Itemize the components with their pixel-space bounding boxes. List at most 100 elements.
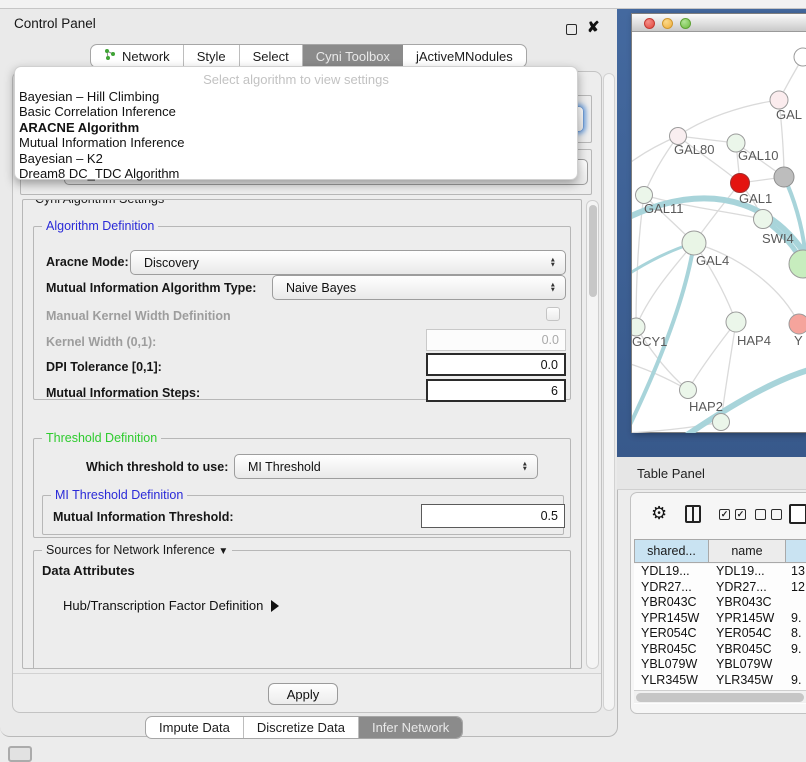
node-gal4[interactable] [682,231,706,255]
aracne-mode-combo[interactable]: Discovery ▲▼ [130,250,566,275]
tab-jactivemnodules[interactable]: jActiveMNodules [403,45,526,67]
which-threshold-combo[interactable]: MI Threshold ▲▼ [234,454,538,479]
table-cell[interactable]: 9. [786,611,806,627]
dropdown-item[interactable]: Bayesian – K2 [15,151,577,166]
table-cell[interactable]: YDL19... [634,564,709,580]
table-cell[interactable]: YBR043C [634,595,709,611]
table-cell[interactable]: YER054C [634,626,709,642]
close-icon[interactable]: ✘ [587,18,600,36]
tab-style[interactable]: Style [184,45,240,67]
node[interactable] [789,250,806,278]
column-view-icon[interactable] [685,505,701,523]
node[interactable] [794,48,806,66]
dropdown-item[interactable]: Mutual Information Inference [15,135,577,150]
chevron-down-icon[interactable]: ▼ [218,546,228,557]
float-window-icon[interactable] [566,24,577,35]
table-cell[interactable]: YDR27... [634,580,709,596]
table-cell[interactable]: 9. [786,673,806,689]
settings-scrollbar[interactable] [586,200,599,669]
minimize-traffic-icon[interactable] [662,18,673,29]
table-cell[interactable] [786,657,806,673]
table-cell[interactable]: 13 [786,564,806,580]
unchecked-checkbox-icon[interactable] [755,509,766,520]
minimized-panel-icon[interactable] [8,746,32,762]
column-header[interactable] [786,539,806,563]
stepper-icon: ▲▼ [550,282,556,293]
node[interactable] [774,167,794,187]
mi-threshold-label: Mutual Information Threshold: [53,510,234,524]
sources-group: Sources for Network Inference ▼ Data Att… [33,550,571,669]
table-toolbar: ⚙ ✓ ✓ [631,501,806,531]
zoom-traffic-icon[interactable] [680,18,691,29]
table-cell[interactable]: YDR27... [709,580,786,596]
scrollbar-thumb[interactable] [589,205,597,297]
control-panel-tabs: Network Style Select Cyni Toolbox jActiv… [90,44,527,68]
network-canvas[interactable]: GAL GAL80 GAL10 GAL1 GAL11 SWI4 GAL4 GCY… [632,33,806,433]
gear-icon[interactable]: ⚙ [651,503,667,524]
panel-scrollbar[interactable] [603,73,615,711]
table-cell[interactable]: YER054C [709,626,786,642]
tab-network[interactable]: Network [91,45,184,67]
mi-type-combo[interactable]: Naive Bayes ▲▼ [272,275,566,300]
apply-button[interactable]: Apply [268,683,338,705]
manual-kernel-label: Manual Kernel Width Definition [46,309,231,323]
table-cell[interactable]: YPR145W [634,611,709,627]
mi-steps-label: Mutual Information Steps: [46,386,200,400]
node[interactable] [713,414,730,431]
tab-select[interactable]: Select [240,45,303,67]
node-swi4[interactable] [754,210,773,229]
table-cell[interactable]: YDL19... [709,564,786,580]
checked-checkbox-icon[interactable]: ✓ [719,509,730,520]
dpi-tolerance-input[interactable] [426,353,566,376]
node-gal1[interactable] [731,174,750,193]
table-cell[interactable]: YPR145W [709,611,786,627]
group-legend: Sources for Network Inference ▼ [42,543,232,557]
network-window-titlebar[interactable] [632,14,806,32]
node[interactable] [789,314,806,334]
table-cell[interactable]: YBR043C [709,595,786,611]
document-icon[interactable] [789,504,806,524]
dropdown-item[interactable]: Dream8 DC_TDC Algorithm [15,166,577,181]
table-cell[interactable]: YLR345W [634,673,709,689]
close-traffic-icon[interactable] [644,18,655,29]
dropdown-item[interactable]: Bayesian – Hill Climbing [15,89,577,104]
table-panel: ⚙ ✓ ✓ shared... name YDL19...YDL19...13Y… [630,492,806,714]
mi-type-label: Mutual Information Algorithm Type: [46,281,256,295]
tab-discretize-data[interactable]: Discretize Data [244,717,359,738]
group-legend: Threshold Definition [42,431,161,445]
table-panel-titlebar: Table Panel [617,457,806,490]
dropdown-item[interactable]: ARACNE Algorithm [15,120,577,135]
node-hap2[interactable] [680,382,697,399]
algorithm-definition-group: Algorithm Definition Aracne Mode: Discov… [33,226,571,400]
node-label: GAL1 [739,191,772,206]
table-cell[interactable]: 9. [786,642,806,658]
table-cell[interactable]: YLR345W [709,673,786,689]
tab-cyni-toolbox[interactable]: Cyni Toolbox [303,45,403,67]
node-hap4[interactable] [726,312,746,332]
column-header-name[interactable]: name [709,539,786,563]
aracne-mode-label: Aracne Mode: [46,255,129,269]
group-legend: MI Threshold Definition [51,488,187,502]
table-hscrollbar[interactable] [634,690,806,703]
table-cell[interactable] [786,595,806,611]
column-header-shared-name[interactable]: shared... [634,539,709,563]
table-cell[interactable]: YBL079W [634,657,709,673]
stepper-icon: ▲▼ [522,461,528,472]
checked-checkbox-icon[interactable]: ✓ [735,509,746,520]
mi-steps-input[interactable] [426,379,566,402]
tab-label: jActiveMNodules [416,49,513,64]
unchecked-checkbox-icon[interactable] [771,509,782,520]
dropdown-item[interactable]: Basic Correlation Inference [15,104,577,119]
table-cell[interactable]: YBR045C [709,642,786,658]
tab-impute-data[interactable]: Impute Data [146,717,244,738]
which-threshold-value: MI Threshold [248,460,321,474]
table-cell[interactable]: YBL079W [709,657,786,673]
tab-infer-network[interactable]: Infer Network [359,717,462,738]
table-cell[interactable]: YBR045C [634,642,709,658]
scrollbar-thumb[interactable] [636,693,804,702]
kernel-width-input[interactable] [426,329,566,351]
manual-kernel-checkbox[interactable] [546,307,560,321]
table-cell[interactable]: 12 [786,580,806,596]
table-cell[interactable]: 8. [786,626,806,642]
mi-threshold-input[interactable] [421,504,565,528]
